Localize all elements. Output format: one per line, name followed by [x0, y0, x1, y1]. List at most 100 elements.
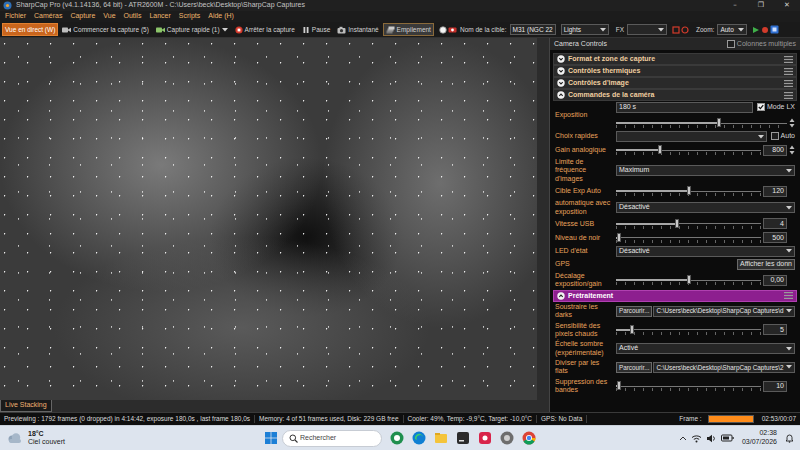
- toolbar-button[interactable]: Empilement: [383, 23, 434, 36]
- section-header[interactable]: Contrôles thermiques: [553, 65, 797, 77]
- edge-browser-icon[interactable]: [412, 431, 426, 445]
- green-app-icon[interactable]: [390, 431, 404, 445]
- red-app-icon[interactable]: [478, 431, 492, 445]
- control-dropdown[interactable]: Désactivé: [616, 246, 795, 257]
- slider-track[interactable]: [616, 219, 761, 229]
- checkbox-box[interactable]: [727, 40, 735, 48]
- menu-item[interactable]: Scripts: [175, 12, 204, 20]
- browse-button[interactable]: Parcourir...: [616, 362, 652, 373]
- multi-columns-checkbox[interactable]: Colonnes multiples: [727, 40, 796, 48]
- file-path-dropdown[interactable]: C:\Users\beck\Desktop\SharpCap Captures\…: [653, 306, 795, 317]
- toolbar-button[interactable]: Pause: [299, 23, 333, 36]
- slider-thumb[interactable]: [717, 118, 721, 127]
- slider-value-field[interactable]: 5: [763, 324, 787, 335]
- control-label: Diviser par les flats: [555, 359, 613, 376]
- windows-start-icon[interactable]: [264, 431, 278, 445]
- checkbox-box[interactable]: [757, 103, 765, 111]
- toolbar-button[interactable]: Capture rapide (1): [153, 23, 231, 36]
- chrome-browser-icon[interactable]: [522, 431, 536, 445]
- image-tab[interactable]: Live Stacking: [0, 400, 52, 412]
- slider-thumb[interactable]: [687, 186, 691, 195]
- slider-thumb[interactable]: [658, 145, 662, 154]
- slider-track[interactable]: [616, 325, 761, 335]
- taskbar-center: [264, 430, 536, 447]
- slider-track[interactable]: [616, 233, 761, 243]
- menu-item[interactable]: Caméras: [30, 12, 66, 20]
- control-line: Désactivé: [616, 202, 795, 213]
- menu-item[interactable]: Lancer: [145, 12, 174, 20]
- slider-track[interactable]: [616, 118, 787, 128]
- menu-item[interactable]: Outils: [120, 12, 146, 20]
- slider-thumb[interactable]: [617, 381, 621, 390]
- menu-item[interactable]: Aide (H): [204, 12, 238, 20]
- control-body: 120: [616, 185, 795, 197]
- control-line: 10: [616, 380, 795, 392]
- section-header[interactable]: Prétraitement: [553, 290, 797, 302]
- auto-checkbox[interactable]: Auto: [771, 132, 795, 140]
- toolbar-button[interactable]: Instantané: [334, 23, 381, 36]
- slider-thumb[interactable]: [687, 275, 691, 284]
- checkbox-box[interactable]: [771, 132, 779, 140]
- spinner-arrows-icon[interactable]: [789, 117, 795, 129]
- control-body: 5: [616, 324, 795, 336]
- frame-type-dropdown[interactable]: Lights: [561, 24, 609, 35]
- slider-track[interactable]: [616, 275, 761, 285]
- section-header[interactable]: Contrôles d'image: [553, 77, 797, 89]
- control-dropdown[interactable]: Activé: [616, 343, 795, 354]
- toolbar-button[interactable]: Arrêter la capture: [232, 23, 298, 36]
- toolbar-button[interactable]: Commencer la capture (5): [59, 23, 152, 36]
- terminal-app-icon[interactable]: [456, 431, 470, 445]
- frame-progress: Frame :: [675, 415, 757, 423]
- slider-value-field[interactable]: 120: [763, 186, 787, 197]
- slider-value-field[interactable]: 0,00: [763, 275, 787, 286]
- control-label: Exposition: [555, 111, 613, 119]
- control-dropdown[interactable]: Maximum: [616, 165, 795, 176]
- file-explorer-icon[interactable]: [434, 431, 448, 445]
- spinner-arrows-icon[interactable]: [789, 144, 795, 156]
- stack-icon: [386, 26, 395, 34]
- slider-fill: [616, 149, 660, 151]
- search-input[interactable]: [300, 434, 378, 442]
- maximize-button[interactable]: ❐: [748, 1, 774, 9]
- slider-track[interactable]: [616, 186, 761, 196]
- slider-thumb[interactable]: [617, 233, 621, 242]
- minimize-button[interactable]: –: [722, 1, 748, 9]
- dropdown-arrow-icon: [786, 347, 792, 351]
- slider-track[interactable]: [616, 381, 761, 391]
- control-dropdown[interactable]: Désactivé: [616, 202, 795, 213]
- taskbar-left: 18°CCiel couvert: [6, 430, 264, 447]
- status-bar: Previewing : 1792 frames (0 dropped) in …: [0, 412, 800, 425]
- slider-value-field[interactable]: 800: [763, 145, 787, 156]
- slider-value-field[interactable]: 10: [763, 381, 787, 392]
- menu-item[interactable]: Fichier: [1, 12, 30, 20]
- gray-app-icon[interactable]: [500, 431, 514, 445]
- status-time: 02:53/00:07: [758, 415, 800, 423]
- control-body: Maximum: [616, 165, 795, 176]
- close-button[interactable]: ✕: [774, 1, 800, 9]
- menu-item[interactable]: Vue: [99, 12, 119, 20]
- image-column: Live Stacking: [0, 38, 537, 412]
- expand-chevron-icon: [557, 79, 565, 87]
- menu-item[interactable]: Capture: [66, 12, 99, 20]
- slider-thumb[interactable]: [675, 219, 679, 228]
- section-header[interactable]: Commandes de la caméra: [553, 89, 797, 101]
- section-header[interactable]: Format et zone de capture: [553, 53, 797, 65]
- mode-lx-checkbox[interactable]: Mode LX: [757, 103, 795, 111]
- slider-value-field[interactable]: 4: [763, 218, 787, 229]
- show-data-button[interactable]: Afficher les donn: [737, 259, 795, 270]
- toolbar-button[interactable]: Vue en direct (W): [2, 23, 58, 36]
- slider-track[interactable]: [616, 145, 761, 155]
- file-path-dropdown[interactable]: C:\Users\beck\Desktop\SharpCap Captures\…: [653, 362, 795, 373]
- weather-widget[interactable]: 18°CCiel couvert: [28, 430, 65, 447]
- quick-choice-dropdown[interactable]: [616, 131, 767, 142]
- slider-value-field[interactable]: 500: [763, 232, 787, 243]
- exposure-field[interactable]: 180 s: [616, 102, 753, 113]
- taskbar-clock[interactable]: 02:3803/07/2026: [742, 429, 777, 447]
- browse-button[interactable]: Parcourir...: [616, 306, 652, 317]
- taskbar-search[interactable]: [282, 430, 382, 447]
- target-name-field[interactable]: M31 (NGC 22: [510, 24, 556, 35]
- fx-field[interactable]: [627, 24, 667, 35]
- slider-thumb[interactable]: [630, 325, 634, 334]
- zoom-dropdown[interactable]: Auto: [717, 24, 747, 35]
- speaker-icon: [706, 434, 717, 443]
